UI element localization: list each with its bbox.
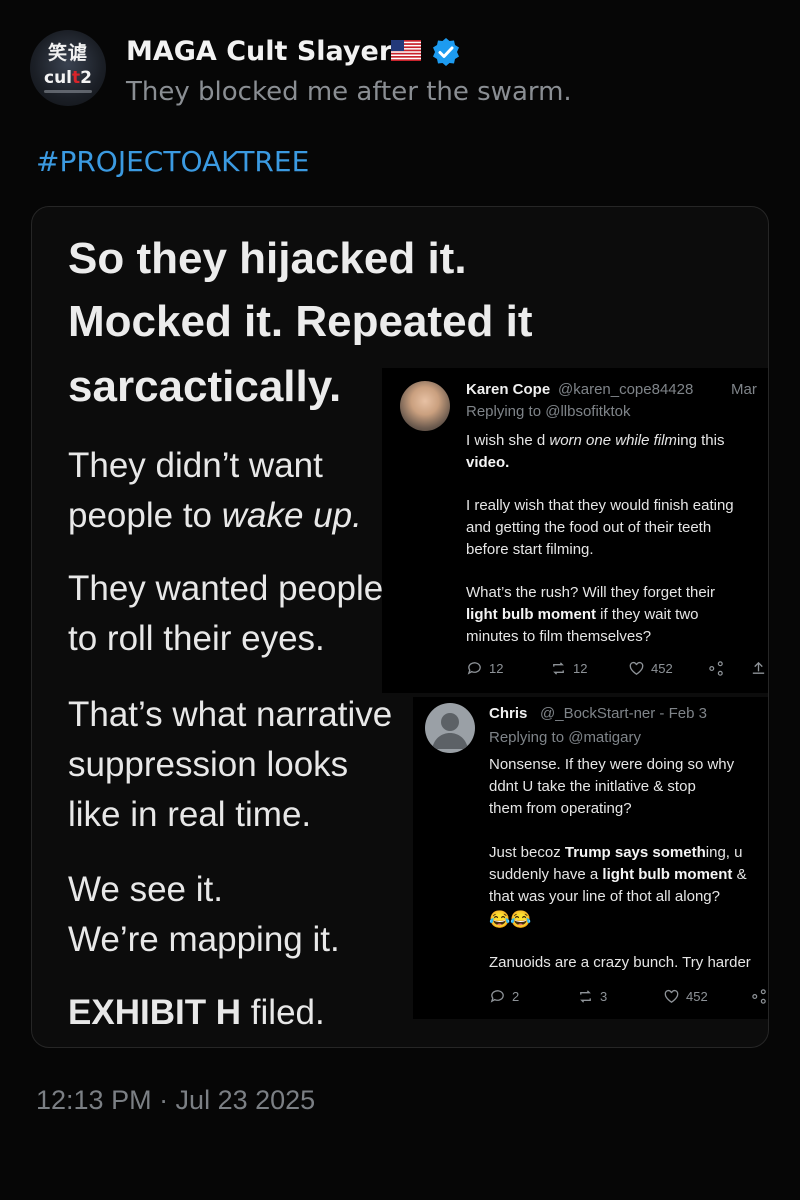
repost-count: 3 bbox=[577, 988, 607, 1005]
us-flag-icon bbox=[391, 40, 421, 61]
like-count: 452 bbox=[663, 988, 708, 1005]
reply-text-line: ddnt U take the initlative & stop bbox=[489, 778, 696, 795]
paragraph-3-line-3: like in real time. bbox=[68, 795, 312, 834]
reply-text-line: Zanuoids are a crazy bunch. Try harder bbox=[489, 954, 751, 971]
replying-to: Replying to @llbsofitktok bbox=[466, 403, 631, 420]
reply-text-line: that was your line of thot all along? bbox=[489, 888, 720, 905]
repost-count: 12 bbox=[550, 660, 587, 677]
avatar-logo-text: 笑谑 bbox=[47, 42, 88, 64]
hashtag-link[interactable]: #PROJECTOAKTREE bbox=[36, 145, 309, 178]
upload-action bbox=[750, 660, 767, 677]
verified-badge-icon bbox=[433, 38, 459, 66]
display-name[interactable]: MAGA Cult Slayer bbox=[126, 36, 392, 67]
laughing-emoji: 😂😂 bbox=[489, 910, 532, 929]
reply-text-line: Nonsense. If they were doing so why bbox=[489, 756, 735, 773]
karen-avatar bbox=[400, 381, 450, 431]
profile-avatar[interactable]: 笑谑 cult2 bbox=[30, 30, 106, 106]
repost-icon bbox=[553, 662, 564, 675]
comment-icon bbox=[490, 990, 504, 1003]
exhibit-line: EXHIBIT H filed. bbox=[68, 993, 325, 1032]
share-icon bbox=[709, 661, 723, 676]
reply-count: 2 bbox=[489, 988, 519, 1005]
paragraph-4-line-2: We’re mapping it. bbox=[68, 920, 340, 959]
reply-author-handle: @_BockStart-ner - Feb 3 bbox=[540, 705, 707, 722]
reply-screenshot-chris: Chris @_BockStart-ner - Feb 3 Replying t… bbox=[413, 697, 768, 1019]
replying-to: Replying to @matigary bbox=[489, 729, 641, 746]
share-icon bbox=[752, 989, 766, 1004]
reply-text-line: minutes to film themselves? bbox=[466, 628, 652, 645]
reply-author-name: Chris bbox=[489, 705, 528, 722]
paragraph-3-line-1: That’s what narrative bbox=[68, 695, 393, 734]
paragraph-3-line-2: suppression looks bbox=[68, 745, 349, 784]
reply-text-line: light bulb moment if they wait two bbox=[466, 606, 699, 623]
reply-text-line: video. bbox=[466, 454, 510, 471]
chris-avatar bbox=[425, 703, 475, 753]
reply-text-line: What’s the rush? Will they forget their bbox=[466, 584, 715, 601]
avatar-logo-underline bbox=[44, 90, 92, 93]
reply-date: Mar bbox=[731, 381, 757, 398]
reply-text-line: and getting the food out of their teeth bbox=[466, 519, 712, 536]
profile-subtitle: They blocked me after the swarm. bbox=[126, 77, 572, 107]
paragraph-4-line-1: We see it. bbox=[68, 870, 223, 909]
paragraph-1-line-2: people to wake up. bbox=[68, 496, 362, 535]
headline-line-2: Mocked it. Repeated it bbox=[68, 297, 533, 346]
paragraph-2-line-2: to roll their eyes. bbox=[68, 619, 325, 658]
reply-text-line: I really wish that they would finish eat… bbox=[466, 497, 734, 514]
reply-text-line: them from operating? bbox=[489, 800, 632, 817]
reply-text-line: I wish she d worn one while filming this bbox=[466, 432, 725, 449]
reply-text-line: before start filming. bbox=[466, 541, 594, 558]
headline-line-3: sarcactically. bbox=[68, 362, 342, 411]
reply-text-line: suddenly have a light bulb moment & bbox=[489, 866, 747, 883]
paragraph-2-line-1: They wanted people bbox=[68, 569, 384, 608]
reply-count: 12 bbox=[466, 660, 503, 677]
avatar-logo-text-bottom: cult2 bbox=[44, 68, 92, 88]
attached-image-card[interactable]: So they hijacked it. Mocked it. Repeated… bbox=[31, 206, 769, 1048]
reply-author-name: Karen Cope bbox=[466, 381, 551, 398]
reply-author-handle: @karen_cope84428 bbox=[558, 381, 694, 398]
share-action bbox=[708, 660, 725, 677]
heart-icon bbox=[664, 989, 679, 1003]
paragraph-1-line-1: They didn’t want bbox=[68, 446, 323, 485]
reply-screenshot-karen: Karen Cope @karen_cope84428 Mar Replying… bbox=[382, 368, 768, 693]
comment-icon bbox=[467, 662, 481, 675]
upload-icon bbox=[752, 661, 765, 674]
headline-line-1: So they hijacked it. bbox=[68, 234, 467, 283]
share-action bbox=[751, 988, 768, 1005]
heart-icon bbox=[629, 661, 644, 675]
like-count: 452 bbox=[628, 660, 673, 677]
post-timestamp[interactable]: 12:13 PM · Jul 23 2025 bbox=[36, 1085, 315, 1116]
repost-icon bbox=[580, 990, 591, 1003]
default-profile-icon bbox=[432, 713, 468, 749]
reply-text-line: Just becoz Trump says something, u bbox=[489, 844, 743, 861]
